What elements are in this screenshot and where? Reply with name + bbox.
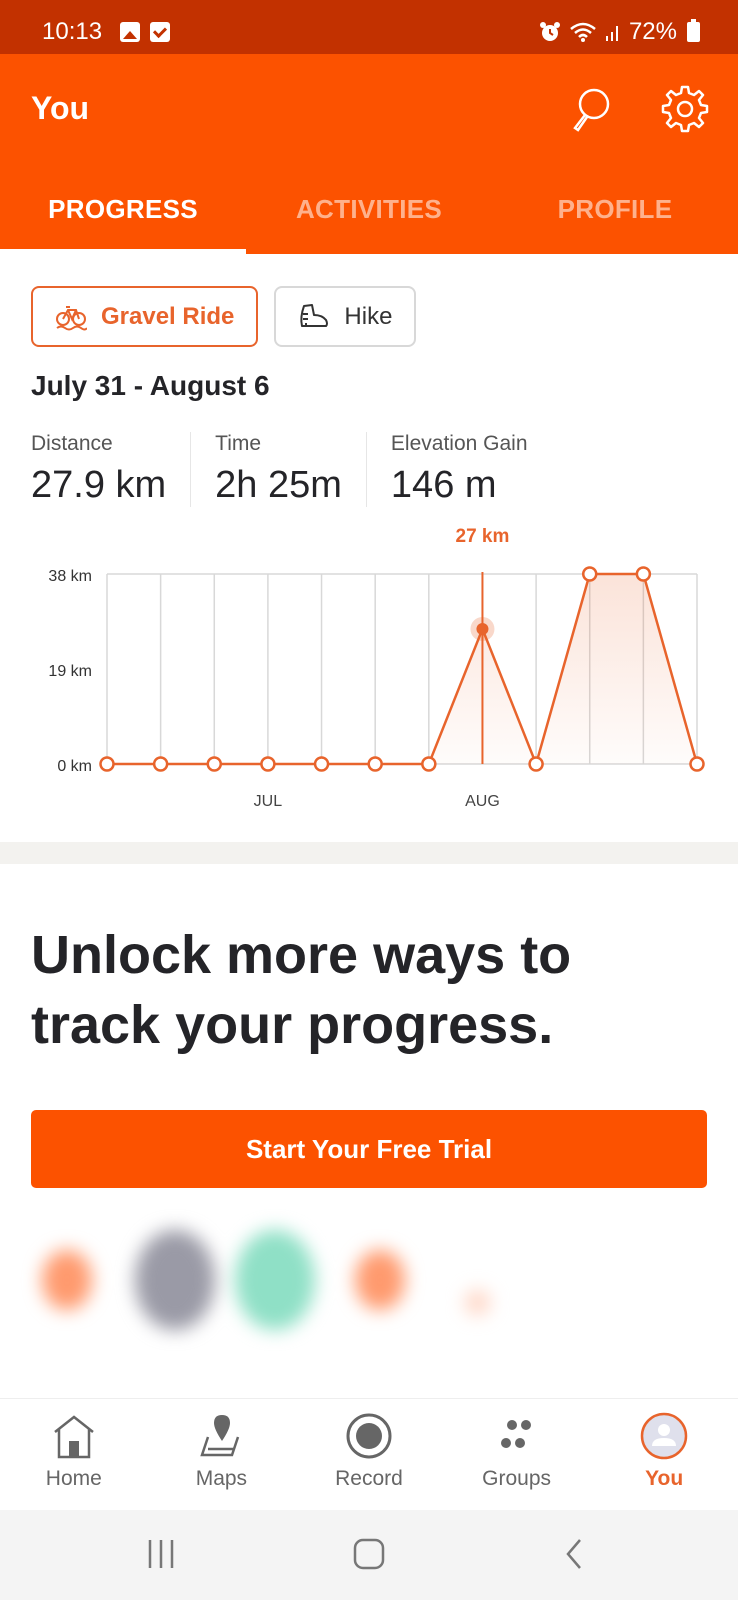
settings-button[interactable] bbox=[660, 84, 710, 134]
start-free-trial-button[interactable]: Start Your Free Trial bbox=[31, 1110, 707, 1188]
sport-filter-chips: Gravel Ride Hike bbox=[31, 286, 417, 347]
chip-label: Gravel Ride bbox=[101, 302, 235, 330]
recent-apps-button[interactable] bbox=[146, 1536, 176, 1572]
groups-icon bbox=[500, 1420, 531, 1448]
data-point bbox=[421, 756, 437, 772]
nav-label: You bbox=[645, 1467, 684, 1490]
nav-record[interactable]: Record bbox=[295, 1399, 443, 1510]
app-header: You PROGRESS ACTIVITIES PROFILE bbox=[0, 54, 738, 254]
tab-activities[interactable]: ACTIVITIES bbox=[246, 164, 492, 254]
search-icon bbox=[573, 88, 610, 132]
data-point bbox=[260, 756, 276, 772]
stat-value: 146 m bbox=[390, 464, 497, 506]
blurred-shape bbox=[355, 1250, 405, 1310]
status-bar: 10:13 72% bbox=[0, 0, 738, 54]
search-button[interactable] bbox=[566, 84, 616, 134]
home-icon bbox=[54, 1415, 94, 1459]
y-tick-label: 19 km bbox=[48, 663, 92, 680]
status-time: 10:13 bbox=[42, 18, 103, 45]
tab-progress[interactable]: PROGRESS bbox=[0, 164, 246, 254]
nav-label: Home bbox=[45, 1467, 102, 1490]
chip-hike[interactable]: Hike bbox=[274, 286, 417, 347]
nav-label: Maps bbox=[195, 1467, 248, 1490]
stat-value: 27.9 km bbox=[31, 464, 167, 506]
area-fill bbox=[107, 574, 697, 764]
chip-label: Hike bbox=[344, 302, 393, 330]
data-point bbox=[581, 566, 598, 582]
chip-gravel-ride[interactable]: Gravel Ride bbox=[31, 286, 259, 347]
selected-data-point bbox=[476, 623, 489, 635]
stat-label: Elevation Gain bbox=[390, 432, 528, 455]
nav-groups[interactable]: Groups bbox=[443, 1399, 591, 1510]
section-divider bbox=[0, 842, 738, 864]
x-tick-label: AUG bbox=[465, 793, 500, 810]
selected-value-label: 27 km bbox=[456, 526, 510, 547]
y-tick-label: 38 km bbox=[48, 568, 92, 585]
page-title: You bbox=[31, 90, 90, 126]
gallery-notification-icon bbox=[120, 22, 140, 42]
blurred-premium-preview bbox=[0, 1200, 738, 1390]
nav-label: Record bbox=[335, 1467, 403, 1490]
bottom-nav: Home Maps Record Groups You bbox=[0, 1398, 738, 1510]
y-tick-label: 0 km bbox=[57, 758, 92, 775]
system-nav-bar bbox=[0, 1510, 738, 1600]
tab-bar: PROGRESS ACTIVITIES PROFILE bbox=[0, 164, 738, 254]
hiking-boot-icon bbox=[300, 303, 329, 327]
gravel-bike-icon bbox=[56, 305, 87, 330]
signal-icon bbox=[605, 26, 618, 41]
blurred-shape bbox=[235, 1230, 315, 1330]
tab-profile[interactable]: PROFILE bbox=[492, 164, 738, 254]
data-point bbox=[99, 756, 115, 772]
blurred-shape bbox=[135, 1230, 215, 1330]
maps-icon bbox=[200, 1415, 240, 1457]
battery-percent: 72% bbox=[628, 18, 677, 45]
gear-icon bbox=[661, 85, 709, 133]
nav-maps[interactable]: Maps bbox=[148, 1399, 296, 1510]
stat-label: Time bbox=[215, 432, 262, 455]
data-point bbox=[635, 566, 652, 582]
battery-icon bbox=[687, 19, 700, 42]
blurred-shape bbox=[465, 1290, 490, 1315]
task-notification-icon bbox=[150, 22, 170, 42]
record-icon bbox=[346, 1413, 392, 1459]
stat-elevation: Elevation Gain 146 m bbox=[391, 432, 552, 507]
blurred-shape bbox=[42, 1250, 92, 1310]
nav-you[interactable]: You bbox=[590, 1399, 738, 1510]
weekly-stats: Distance 27.9 km Time 2h 25m Elevation G… bbox=[31, 432, 576, 507]
x-tick-label: JUL bbox=[254, 793, 283, 810]
stat-distance: Distance 27.9 km bbox=[31, 432, 192, 507]
data-point bbox=[206, 756, 223, 772]
alarm-icon bbox=[539, 22, 560, 41]
data-point bbox=[689, 756, 705, 772]
upsell-title: Unlock more ways to track your progress. bbox=[31, 925, 572, 1055]
home-button[interactable] bbox=[352, 1536, 386, 1572]
stat-value: 2h 25m bbox=[215, 464, 342, 506]
data-point bbox=[528, 756, 544, 772]
nav-label: Groups bbox=[482, 1467, 552, 1490]
nav-home[interactable]: Home bbox=[0, 1399, 148, 1510]
stat-label: Distance bbox=[31, 432, 113, 455]
data-point bbox=[367, 756, 383, 772]
distance-chart[interactable]: 0 km 19 km 38 km JUL AUG 27 km bbox=[0, 520, 738, 820]
stat-time: Time 2h 25m bbox=[215, 432, 367, 507]
wifi-icon bbox=[570, 22, 596, 42]
data-point bbox=[152, 756, 169, 772]
avatar-icon bbox=[640, 1412, 688, 1460]
week-range: July 31 - August 6 bbox=[31, 370, 270, 401]
data-point bbox=[313, 756, 330, 772]
back-button[interactable] bbox=[562, 1536, 586, 1572]
